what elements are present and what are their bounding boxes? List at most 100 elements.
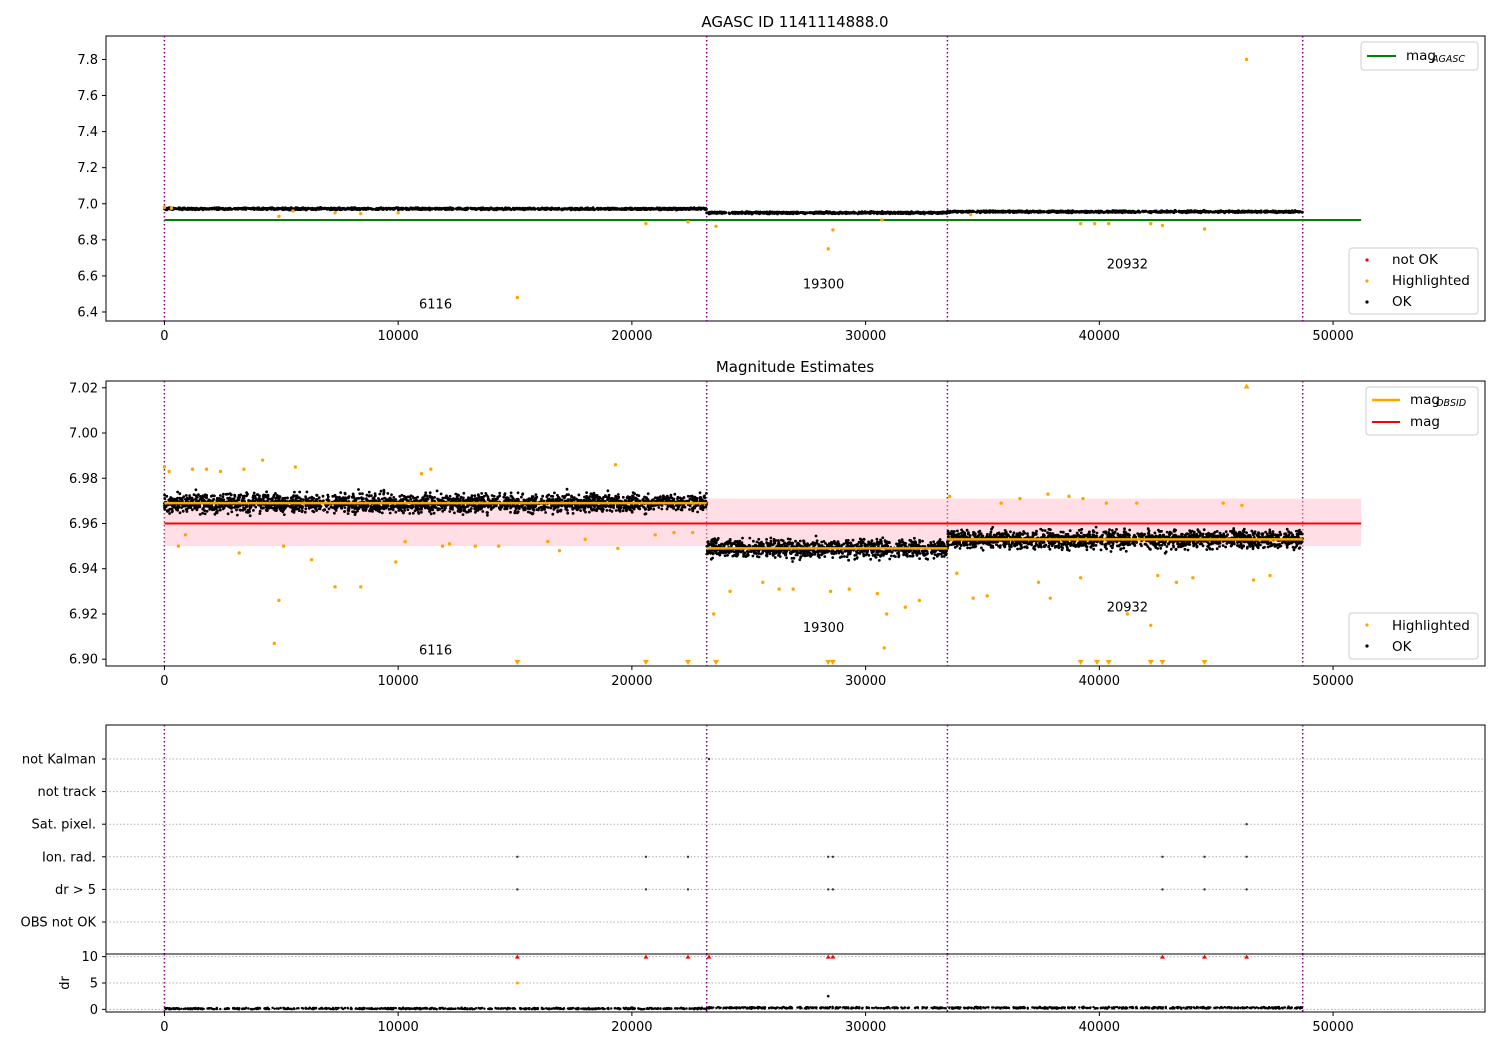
ok-point — [306, 498, 309, 501]
legend-ok-label: OK — [1392, 294, 1413, 310]
ok-point — [592, 491, 596, 495]
ok-point — [477, 498, 481, 501]
ok-point — [312, 510, 316, 514]
ok-point — [1204, 210, 1207, 214]
ok-point — [228, 207, 232, 211]
ok-point — [248, 514, 252, 518]
ok-point — [737, 211, 741, 214]
highlighted-point — [1092, 221, 1097, 226]
ok-point — [604, 207, 608, 211]
ok-point — [978, 209, 982, 213]
ok-point — [471, 207, 475, 211]
ok-point — [694, 498, 697, 502]
ok-point — [940, 210, 944, 214]
y-tick-label: 6.6 — [77, 269, 98, 284]
ok-point — [674, 508, 678, 512]
ok-point — [311, 505, 315, 509]
panel1-frame — [105, 35, 1486, 322]
ok-point — [699, 507, 703, 511]
ok-point — [406, 508, 410, 511]
ok-point — [339, 491, 343, 494]
ok-point — [579, 509, 582, 512]
ok-point — [186, 206, 190, 210]
x-tick-label: 10000 — [377, 329, 418, 344]
ok-point — [335, 505, 339, 509]
ok-point — [286, 496, 289, 500]
ok-point — [203, 509, 207, 512]
ok-point — [874, 211, 878, 215]
ok-point — [267, 505, 271, 508]
ok-point — [330, 207, 334, 211]
ok-point — [381, 506, 385, 509]
ok-point — [251, 206, 255, 210]
ok-point — [409, 494, 413, 498]
ok-point — [337, 496, 341, 500]
ok-point — [241, 508, 245, 512]
ok-point — [445, 494, 448, 498]
legend-highlighted-label: Highlighted — [1392, 273, 1470, 289]
ok-point — [437, 507, 441, 510]
ok-point — [639, 207, 643, 211]
ok-point — [606, 489, 610, 493]
ok-point — [193, 506, 197, 510]
ok-point — [601, 510, 604, 513]
ok-point — [696, 510, 699, 514]
ok-point — [170, 510, 174, 514]
ok-point — [404, 498, 408, 501]
ok-point — [349, 206, 353, 210]
ok-point — [182, 206, 186, 210]
ok-point — [266, 493, 270, 497]
ok-point — [520, 495, 523, 499]
ok-point — [1062, 210, 1066, 214]
ok-point — [378, 492, 382, 496]
ok-point — [595, 206, 599, 210]
ok-point — [908, 211, 912, 215]
ok-point — [230, 510, 234, 514]
legend-not-ok-marker — [1365, 258, 1369, 262]
ok-point — [444, 208, 448, 211]
ok-point — [1099, 210, 1103, 214]
ok-point — [601, 504, 604, 508]
ok-point — [530, 495, 534, 498]
ok-point — [1298, 210, 1302, 214]
ok-point — [672, 207, 676, 211]
ok-point — [450, 207, 454, 211]
ok-point — [628, 495, 632, 499]
ok-point — [430, 499, 434, 503]
ok-point — [720, 211, 724, 215]
highlighted-point — [291, 209, 295, 213]
ok-point — [513, 499, 517, 503]
ok-point — [593, 505, 596, 509]
ok-point — [583, 505, 587, 509]
ok-point — [343, 496, 347, 500]
ok-point — [286, 207, 290, 211]
ok-point — [536, 207, 540, 211]
ok-point — [1039, 210, 1043, 213]
ok-point — [516, 510, 520, 514]
ok-point — [462, 491, 466, 495]
ok-point — [577, 493, 581, 497]
ok-point — [555, 497, 558, 501]
ok-point — [695, 207, 699, 211]
ok-point — [274, 207, 278, 211]
ok-point — [616, 505, 619, 509]
ok-point — [429, 512, 433, 516]
ok-point — [789, 211, 793, 215]
ok-point — [647, 508, 651, 511]
ok-point — [391, 499, 395, 502]
ok-point — [184, 494, 188, 497]
ok-point — [735, 211, 739, 215]
ok-point — [343, 492, 347, 496]
ok-point — [350, 495, 354, 499]
ok-point — [678, 207, 682, 211]
ok-point — [315, 509, 318, 512]
ok-point — [1020, 209, 1024, 213]
ok-point — [570, 495, 573, 499]
ok-point — [936, 212, 940, 216]
ok-point — [575, 508, 579, 512]
legend-highlighted-marker — [1365, 279, 1369, 283]
ok-point — [385, 208, 389, 211]
ok-point — [228, 492, 232, 495]
ok-point — [546, 494, 550, 497]
ok-point — [553, 506, 557, 510]
